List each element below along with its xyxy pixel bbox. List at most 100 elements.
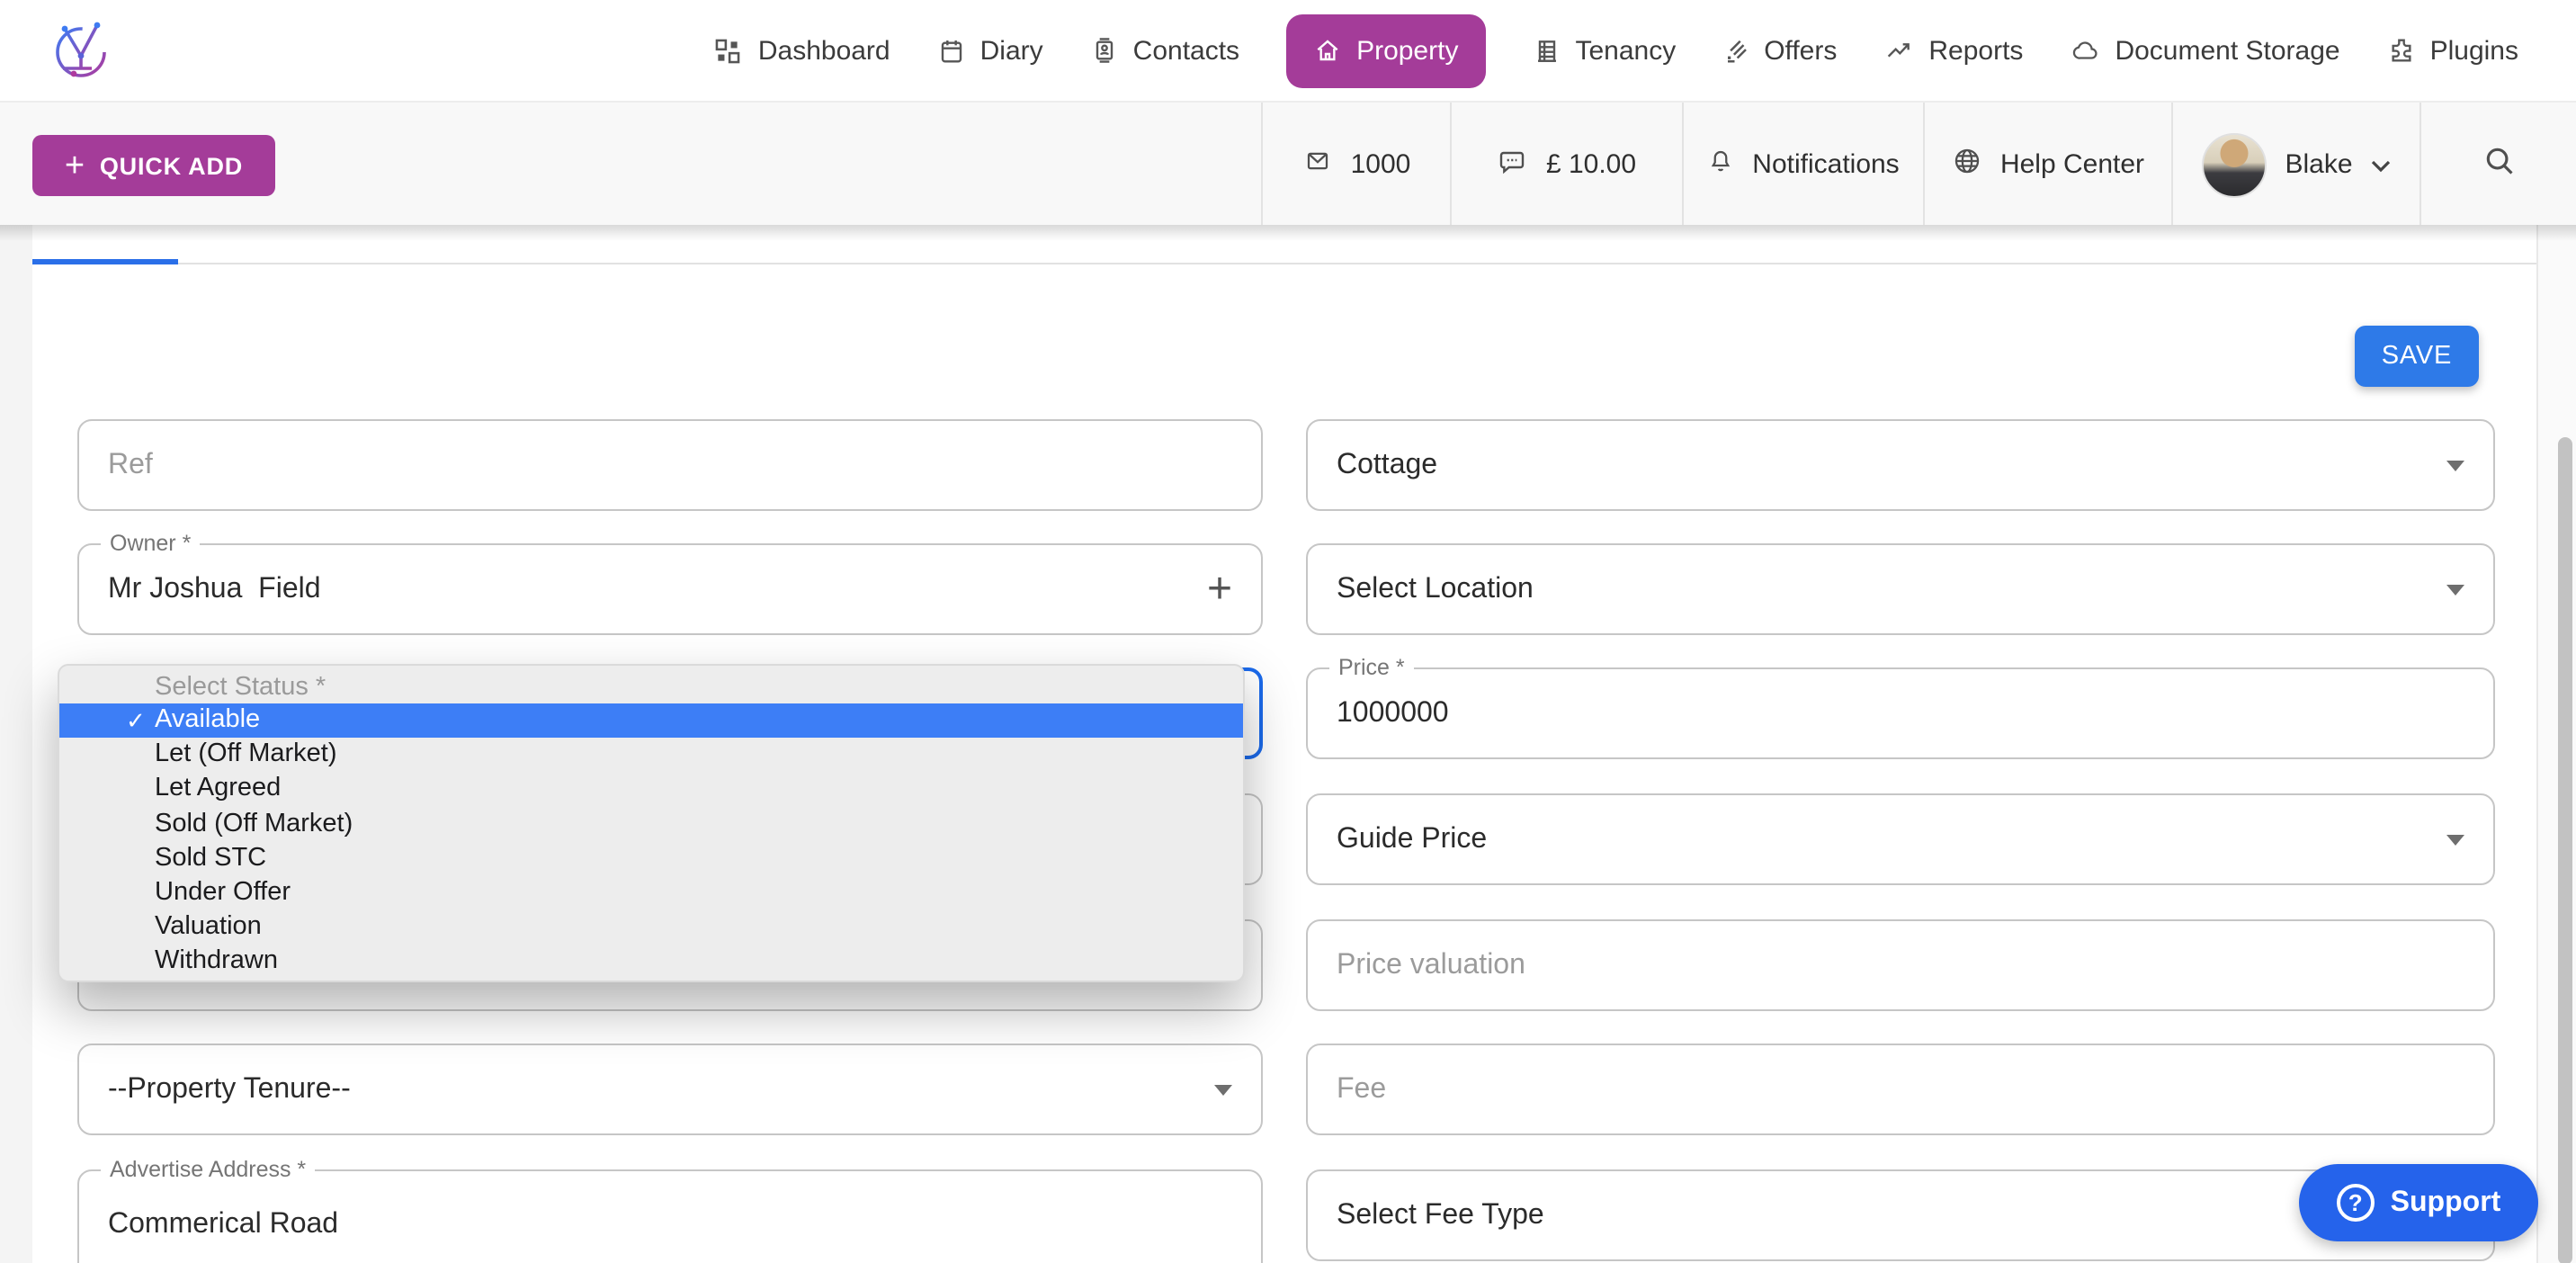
active-tab-indicator bbox=[32, 259, 178, 264]
status-option[interactable]: Let (Off Market) bbox=[59, 738, 1243, 772]
globe-icon bbox=[1952, 146, 1982, 184]
status-option[interactable]: Valuation bbox=[59, 910, 1243, 945]
status-option[interactable]: Withdrawn bbox=[59, 945, 1243, 980]
envelope-icon bbox=[1302, 148, 1333, 182]
owner-value: Mr Joshua Field bbox=[108, 573, 321, 605]
toolbar-right: 1000 £ 10.00 Notifications Help Center B… bbox=[1261, 103, 2576, 227]
status-option[interactable]: Sold STC bbox=[59, 842, 1243, 876]
caret-down-icon bbox=[2446, 460, 2464, 470]
status-dropdown-header: Select Status * bbox=[59, 673, 1243, 703]
vertical-scrollbar[interactable] bbox=[2558, 437, 2572, 1263]
question-icon: ? bbox=[2337, 1184, 2375, 1222]
nav-property[interactable]: Property bbox=[1286, 13, 1485, 87]
puzzle-icon bbox=[2387, 36, 2416, 65]
bell-icon bbox=[1707, 146, 1734, 184]
status-option-available[interactable]: ✓ Available bbox=[59, 703, 1243, 738]
price-field[interactable]: Price * 1000000 bbox=[1306, 667, 2495, 759]
status-option[interactable]: Under Offer bbox=[59, 876, 1243, 910]
help-center-label: Help Center bbox=[2000, 149, 2144, 180]
fee-placeholder: Fee bbox=[1337, 1073, 1386, 1106]
support-button[interactable]: ? Support bbox=[2299, 1164, 2538, 1241]
nav-label: Reports bbox=[1928, 35, 2023, 66]
caret-down-icon bbox=[2446, 834, 2464, 845]
nav-contacts[interactable]: Contacts bbox=[1090, 34, 1239, 67]
mail-count[interactable]: 1000 bbox=[1261, 103, 1450, 227]
nav-reports[interactable]: Reports bbox=[1883, 35, 2023, 66]
ref-field[interactable]: Ref bbox=[77, 419, 1263, 511]
nav-label: Property bbox=[1356, 35, 1458, 66]
property-tenure-value: --Property Tenure-- bbox=[108, 1073, 351, 1106]
nav-plugins[interactable]: Plugins bbox=[2387, 35, 2518, 66]
owner-label: Owner * bbox=[101, 529, 200, 558]
owner-field[interactable]: Owner * Mr Joshua Field + bbox=[77, 543, 1263, 635]
nav-diary[interactable]: Diary bbox=[937, 35, 1043, 66]
nav-label: Dashboard bbox=[758, 35, 890, 66]
price-valuation-field[interactable]: Price valuation bbox=[1306, 919, 2495, 1011]
guide-price-select[interactable]: Guide Price bbox=[1306, 793, 2495, 885]
notifications[interactable]: Notifications bbox=[1682, 103, 1923, 227]
toolbar: + QUICK ADD 1000 £ 10.00 Notifications bbox=[0, 101, 2576, 228]
nav-label: Document Storage bbox=[2115, 35, 2339, 66]
user-menu[interactable]: Blake bbox=[2171, 103, 2419, 227]
avatar bbox=[2202, 132, 2267, 197]
nav-dashboard[interactable]: Dashboard bbox=[713, 35, 890, 66]
nav-label: Plugins bbox=[2430, 35, 2518, 66]
add-owner-icon[interactable]: + bbox=[1207, 568, 1232, 611]
caret-down-icon bbox=[1214, 1084, 1232, 1095]
status-option[interactable]: Let Agreed bbox=[59, 773, 1243, 807]
notifications-label: Notifications bbox=[1752, 149, 1899, 180]
cloud-icon bbox=[2070, 37, 2100, 64]
home-icon bbox=[1313, 36, 1342, 65]
nav-document-storage[interactable]: Document Storage bbox=[2070, 35, 2339, 66]
advertise-address-value: Commerical Road bbox=[108, 1209, 338, 1241]
ref-placeholder: Ref bbox=[108, 449, 153, 481]
user-name: Blake bbox=[2285, 149, 2352, 180]
location-select[interactable]: Select Location bbox=[1306, 543, 2495, 635]
fee-field[interactable]: Fee bbox=[1306, 1044, 2495, 1135]
quick-add-label: QUICK ADD bbox=[100, 152, 243, 179]
plus-icon: + bbox=[65, 148, 85, 183]
left-gutter bbox=[0, 225, 32, 1263]
check-icon: ✓ bbox=[126, 703, 146, 738]
caret-down-icon bbox=[2446, 584, 2464, 595]
nav-tenancy[interactable]: Tenancy bbox=[1532, 35, 1676, 66]
calendar-icon bbox=[937, 35, 966, 66]
location-value: Select Location bbox=[1337, 573, 1534, 605]
guide-price-value: Guide Price bbox=[1337, 823, 1487, 855]
property-tenure-select[interactable]: --Property Tenure-- bbox=[77, 1044, 1263, 1135]
advertise-address-label: Advertise Address * bbox=[101, 1155, 315, 1184]
search-button[interactable] bbox=[2419, 103, 2576, 227]
save-button[interactable]: SAVE bbox=[2355, 326, 2479, 387]
nav-items: Dashboard Diary Contacts Property bbox=[713, 13, 2576, 87]
building-icon bbox=[1532, 35, 1561, 66]
dashboard-grid-icon bbox=[713, 35, 744, 66]
status-option[interactable]: Sold (Off Market) bbox=[59, 807, 1243, 841]
price-valuation-placeholder: Price valuation bbox=[1337, 949, 1525, 981]
content-area: SAVE Ref Owner * Mr Joshua Field + --Pro… bbox=[0, 225, 2576, 1263]
nav-label: Offers bbox=[1764, 35, 1837, 66]
property-type-select[interactable]: Cottage bbox=[1306, 419, 2495, 511]
fee-type-value: Select Fee Type bbox=[1337, 1199, 1544, 1232]
nav-offers[interactable]: Offers bbox=[1722, 35, 1837, 66]
offers-icon bbox=[1722, 35, 1749, 66]
app-window: Dashboard Diary Contacts Property bbox=[0, 0, 2576, 1263]
chat-bubble-icon bbox=[1498, 147, 1528, 183]
tabbar-divider bbox=[32, 262, 2536, 264]
help-center[interactable]: Help Center bbox=[1923, 103, 2171, 227]
quick-add-button[interactable]: + QUICK ADD bbox=[32, 135, 275, 196]
property-type-value: Cottage bbox=[1337, 449, 1437, 481]
support-label: Support bbox=[2391, 1187, 2501, 1219]
nav-label: Diary bbox=[980, 35, 1043, 66]
price-value: 1000000 bbox=[1337, 697, 1449, 730]
trend-up-icon bbox=[1883, 36, 1914, 65]
price-label: Price * bbox=[1329, 653, 1414, 682]
mail-count-value: 1000 bbox=[1351, 149, 1411, 180]
card-top-shadow bbox=[0, 225, 2576, 241]
search-icon bbox=[2482, 144, 2516, 185]
balance[interactable]: £ 10.00 bbox=[1450, 103, 1682, 227]
contact-card-icon bbox=[1090, 34, 1119, 67]
app-logo-icon bbox=[47, 14, 115, 95]
chevron-down-icon bbox=[2371, 149, 2391, 180]
advertise-address-field[interactable]: Advertise Address * Commerical Road bbox=[77, 1169, 1263, 1263]
balance-value: £ 10.00 bbox=[1546, 149, 1636, 180]
